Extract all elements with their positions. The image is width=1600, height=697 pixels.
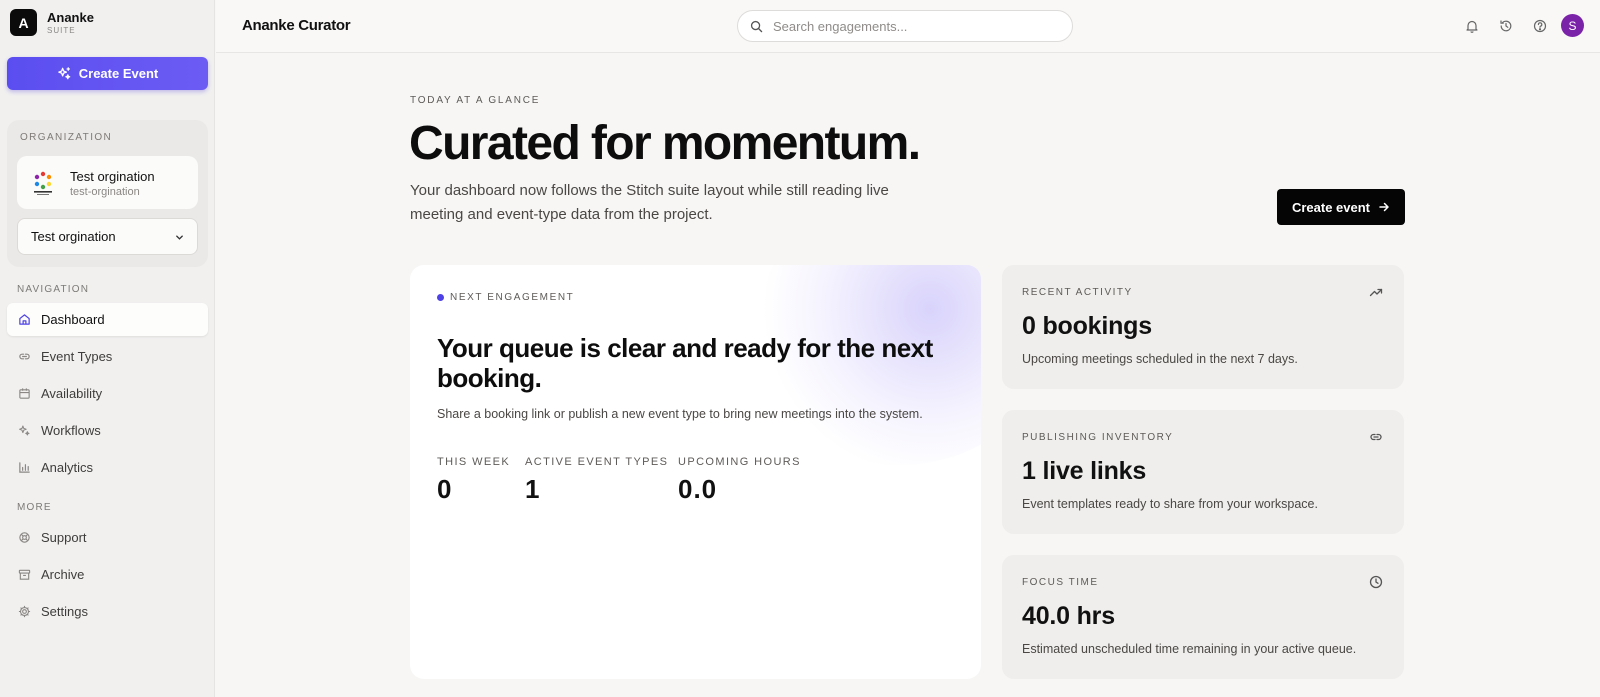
publishing-inventory-card[interactable]: PUBLISHING INVENTORY 1 live links Event … — [1002, 410, 1404, 534]
calendar-icon — [17, 387, 31, 401]
next-engagement-label-text: NEXT ENGAGEMENT — [450, 292, 575, 303]
card-label: PUBLISHING INVENTORY — [1022, 432, 1174, 443]
sparkles-icon — [17, 424, 31, 438]
stat-value: 1 — [525, 474, 541, 504]
next-engagement-title: Your queue is clear and ready for the ne… — [437, 333, 933, 393]
organization-name: Test orgination — [70, 169, 155, 184]
stat-label: ACTIVE EVENT TYPES — [525, 456, 669, 468]
stat-upcoming-hours: UPCOMING HOURS 0.0 — [678, 456, 801, 505]
page-title: Curated for momentum. — [409, 117, 921, 170]
sidebar-item-support[interactable]: Support — [7, 521, 208, 554]
stat-value: 0.0 — [678, 474, 718, 504]
sidebar-item-label: Dashboard — [41, 312, 105, 327]
card-description: Estimated unscheduled time remaining in … — [1022, 642, 1357, 656]
sidebar-item-event-types[interactable]: Event Types — [7, 340, 208, 373]
organization-item[interactable]: Test orgination test-orgination — [17, 156, 198, 209]
next-engagement-label: NEXT ENGAGEMENT — [437, 292, 574, 303]
status-dot — [437, 294, 444, 301]
organization-section-label: ORGANIZATION — [20, 132, 113, 143]
create-event-label: Create Event — [78, 66, 159, 81]
home-icon — [17, 313, 31, 327]
chevron-down-icon — [176, 235, 183, 240]
sidebar-item-label: Settings — [41, 604, 88, 619]
organization-card: ORGANIZATION Test orgination test-orgina… — [7, 120, 208, 267]
search-icon — [750, 20, 763, 32]
hero-eyebrow: TODAY AT A GLANCE — [410, 95, 541, 106]
sidebar: A Ananke SUITE Create Event ORGANIZATION — [0, 0, 215, 697]
avatar[interactable]: S — [1561, 14, 1584, 37]
organization-select[interactable]: Test orgination — [17, 218, 198, 255]
bar-chart-icon — [17, 461, 31, 475]
card-value: 40.0 hrs — [1022, 602, 1115, 630]
create-event-button[interactable]: Create Event — [7, 57, 208, 90]
gear-icon — [17, 605, 31, 619]
stat-active-event-types: ACTIVE EVENT TYPES 1 — [525, 456, 668, 505]
topbar: Ananke Curator S — [216, 0, 1600, 53]
card-description: Upcoming meetings scheduled in the next … — [1022, 352, 1298, 366]
trending-up-icon — [1368, 284, 1384, 300]
organization-logo — [34, 171, 52, 195]
sidebar-item-label: Support — [41, 530, 87, 545]
stat-label: THIS WEEK — [437, 456, 511, 468]
history-icon[interactable] — [1498, 18, 1514, 34]
brand-suite-label: SUITE — [47, 25, 76, 35]
create-event-primary-label: Create event — [1291, 199, 1371, 215]
link-icon — [1368, 429, 1384, 445]
sidebar-item-analytics[interactable]: Analytics — [7, 451, 208, 484]
archive-icon — [17, 568, 31, 582]
lifebuoy-icon — [17, 531, 31, 545]
sidebar-item-settings[interactable]: Settings — [7, 595, 208, 628]
stat-label: UPCOMING HOURS — [678, 456, 801, 468]
sidebar-item-workflows[interactable]: Workflows — [7, 414, 208, 447]
card-label: FOCUS TIME — [1022, 577, 1099, 588]
sidebar-item-dashboard[interactable]: Dashboard — [7, 303, 208, 336]
sidebar-item-archive[interactable]: Archive — [7, 558, 208, 591]
sidebar-item-label: Availability — [41, 386, 103, 401]
organization-slug: test-orgination — [70, 186, 140, 198]
focus-time-card[interactable]: FOCUS TIME 40.0 hrs Estimated unschedule… — [1002, 555, 1404, 679]
search-input[interactable] — [773, 18, 1053, 34]
stat-this-week: THIS WEEK 0 — [437, 456, 510, 505]
navigation-section-label: NAVIGATION — [17, 284, 90, 295]
sidebar-item-label: Event Types — [41, 349, 113, 364]
app-title: Ananke Curator — [242, 17, 351, 34]
hero-subtitle: Your dashboard now follows the Stitch su… — [410, 182, 889, 223]
card-label: RECENT ACTIVITY — [1022, 287, 1133, 298]
organization-select-value: Test orgination — [31, 229, 116, 244]
search-box[interactable] — [737, 10, 1073, 42]
recent-activity-card[interactable]: RECENT ACTIVITY 0 bookings Upcoming meet… — [1002, 265, 1404, 389]
next-engagement-description: Share a booking link or publish a new ev… — [437, 407, 923, 421]
card-description: Event templates ready to share from your… — [1022, 497, 1318, 511]
sidebar-item-label: Workflows — [41, 423, 101, 438]
clock-icon — [1368, 574, 1384, 590]
sparkles-icon — [57, 67, 71, 80]
help-icon[interactable] — [1532, 18, 1548, 34]
link-icon — [17, 350, 31, 364]
brand[interactable]: A Ananke SUITE — [10, 9, 94, 36]
brand-name: Ananke — [47, 9, 94, 25]
arrow-right-icon — [1379, 202, 1389, 212]
card-value: 0 bookings — [1022, 312, 1152, 340]
create-event-primary-button[interactable]: Create event — [1277, 189, 1405, 225]
card-value: 1 live links — [1022, 457, 1147, 485]
sidebar-item-label: Analytics — [41, 460, 94, 475]
next-engagement-card: NEXT ENGAGEMENT Your queue is clear and … — [410, 265, 981, 679]
sidebar-item-availability[interactable]: Availability — [7, 377, 208, 410]
brand-logo: A — [10, 9, 37, 36]
sidebar-item-label: Archive — [41, 567, 85, 582]
bell-icon[interactable] — [1464, 18, 1480, 34]
stat-value: 0 — [437, 474, 453, 504]
more-section-label: MORE — [17, 502, 52, 513]
